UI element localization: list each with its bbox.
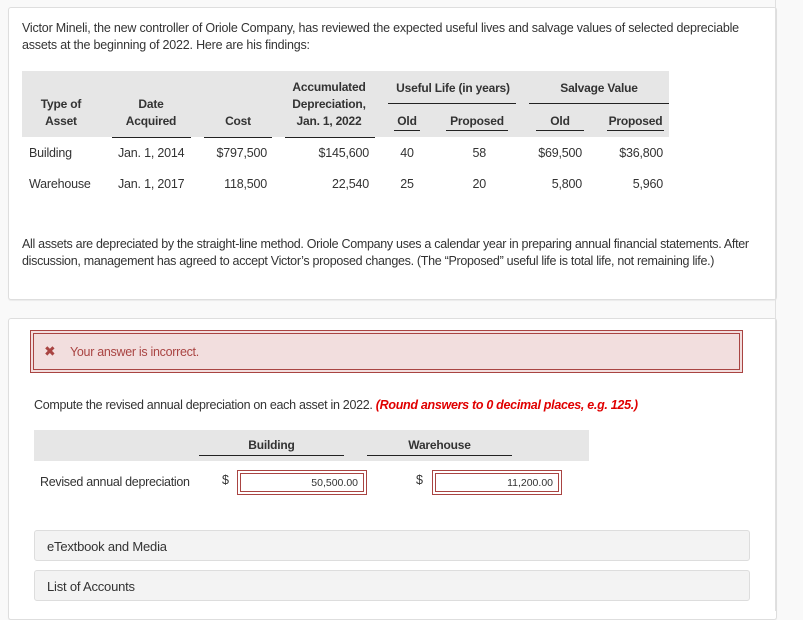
table-cell-life-old: 25 xyxy=(400,177,414,191)
row-label-revised-depreciation: Revised annual depreciation xyxy=(40,475,190,489)
answer-card: ✖ Your answer is incorrect. Compute the … xyxy=(8,318,777,620)
header-useful-life: Useful Life (in years) xyxy=(396,81,510,95)
header-type-of-asset: Type of Asset xyxy=(40,97,82,128)
etextbook-media-accordion[interactable]: eTextbook and Media xyxy=(34,530,750,561)
table-cell-accum: 22,540 xyxy=(331,177,369,191)
problem-description: All assets are depreciated by the straig… xyxy=(22,237,749,268)
table-cell-type: Building xyxy=(29,146,72,160)
table-cell-type: Warehouse xyxy=(29,177,91,191)
header-salvage-old: Old xyxy=(550,114,570,128)
instruction: Compute the revised annual depreciation … xyxy=(34,398,638,412)
header-accumulated-depreciation: Accumulated Depreciation, Jan. 1, 2022 xyxy=(292,80,366,128)
table-cell-salvage-old: 5,800 xyxy=(551,177,582,191)
table-cell-date: Jan. 1, 2017 xyxy=(118,177,185,191)
right-divider xyxy=(775,0,776,611)
warehouse-depreciation-input[interactable] xyxy=(432,470,562,495)
table-cell-salvage-old: $69,500 xyxy=(538,146,582,160)
incorrect-alert: ✖ Your answer is incorrect. xyxy=(30,330,743,373)
header-building: Building xyxy=(248,438,295,452)
table-cell-salvage-proposed: 5,960 xyxy=(632,177,663,191)
table-cell-life-old: 40 xyxy=(400,146,414,160)
table-cell-accum: $145,600 xyxy=(318,146,369,160)
header-life-proposed: Proposed xyxy=(450,114,504,128)
instruction-text: Compute the revised annual depreciation … xyxy=(34,398,373,412)
table-cell-life-proposed: 58 xyxy=(472,146,486,160)
currency-symbol: $ xyxy=(416,473,423,487)
alert-message: Your answer is incorrect. xyxy=(70,345,199,359)
table-cell-life-proposed: 20 xyxy=(472,177,486,191)
accordion-label: List of Accounts xyxy=(47,579,135,594)
table-cell-date: Jan. 1, 2014 xyxy=(118,146,185,160)
header-salvage-proposed: Proposed xyxy=(608,114,663,128)
header-date-acquired: Date Acquired xyxy=(125,97,177,128)
building-depreciation-input[interactable] xyxy=(237,470,367,495)
header-cost: Cost xyxy=(225,114,251,128)
problem-card: Victor Mineli, the new controller of Ori… xyxy=(8,7,777,300)
currency-symbol: $ xyxy=(222,473,229,487)
header-warehouse: Warehouse xyxy=(408,438,471,452)
x-mark-icon: ✖ xyxy=(44,343,56,359)
rounding-hint: (Round answers to 0 decimal places, e.g.… xyxy=(375,398,638,412)
table-cell-cost: 118,500 xyxy=(224,177,267,191)
table-cell-cost: $797,500 xyxy=(216,146,267,160)
table-cell-salvage-proposed: $36,800 xyxy=(619,146,663,160)
accordion-label: eTextbook and Media xyxy=(47,539,167,554)
header-salvage-value: Salvage Value xyxy=(560,81,638,95)
header-life-old: Old xyxy=(397,114,417,128)
list-of-accounts-accordion[interactable]: List of Accounts xyxy=(34,570,750,601)
problem-intro: Victor Mineli, the new controller of Ori… xyxy=(22,21,739,52)
